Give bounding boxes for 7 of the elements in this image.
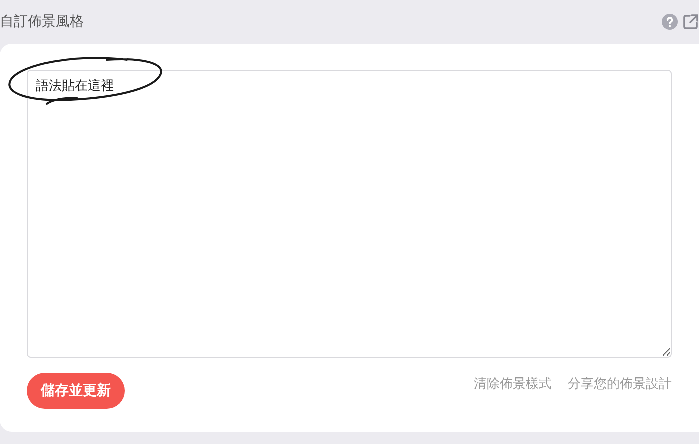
save-button[interactable]: 儲存並更新 <box>27 373 125 409</box>
text-link[interactable]: 清除佈景樣式 <box>474 375 552 393</box>
css-input-field[interactable]: 語法貼在這裡 <box>27 70 672 358</box>
section-title: 自訂佈景風格 <box>0 13 84 31</box>
external-link-icon[interactable] <box>683 14 699 30</box>
text-link[interactable]: 分享您的佈景設計 <box>568 375 672 393</box>
help-icon[interactable] <box>662 14 678 30</box>
